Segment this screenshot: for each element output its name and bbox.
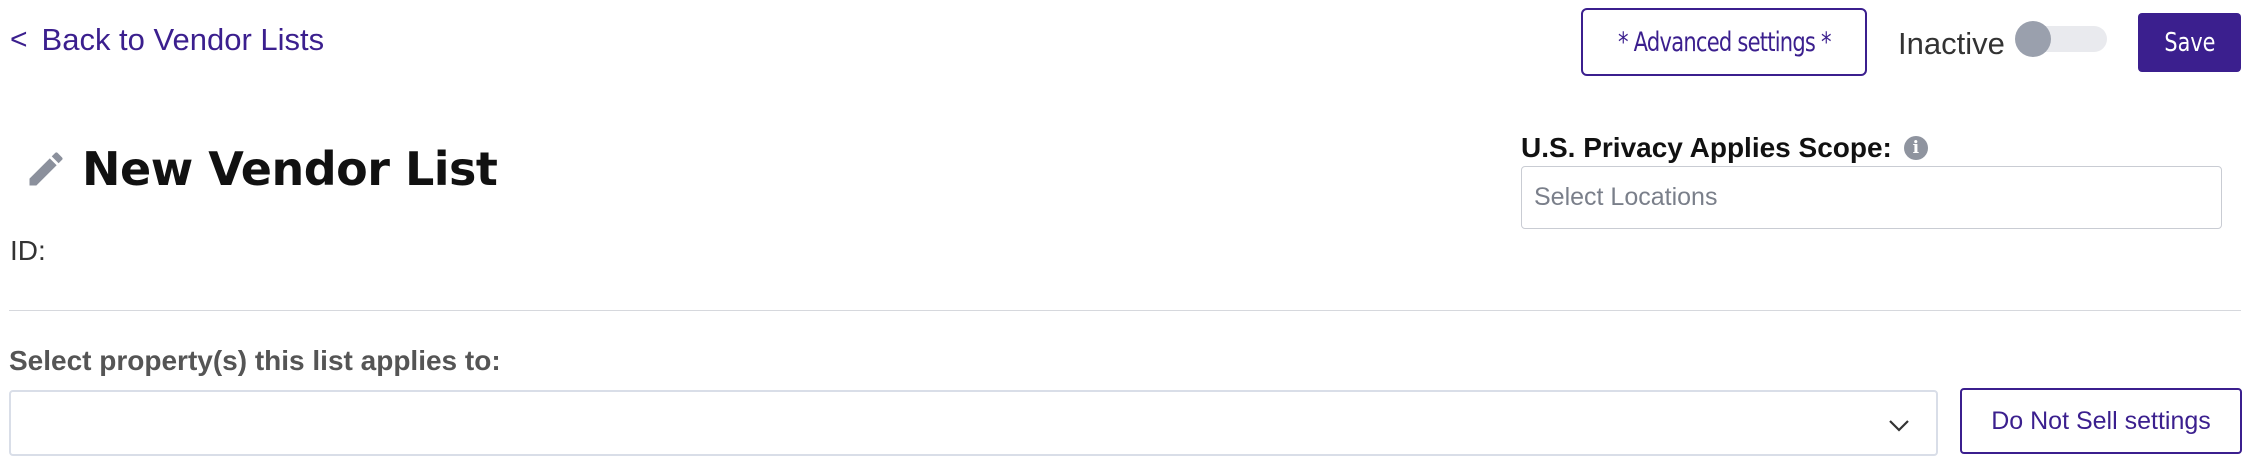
toggle-knob [2015, 21, 2051, 57]
chevron-down-icon [1889, 420, 1909, 432]
page-title: New Vendor List [82, 142, 498, 196]
back-link-label: Back to Vendor Lists [41, 22, 325, 57]
pencil-icon[interactable] [24, 147, 68, 191]
privacy-scope-label-group: U.S. Privacy Applies Scope: i [1521, 132, 1928, 164]
info-icon[interactable]: i [1903, 136, 1928, 160]
section-divider [9, 310, 2241, 311]
properties-label: Select property(s) this list applies to: [9, 345, 501, 376]
advanced-settings-label: * Advanced settings * [1617, 26, 1832, 58]
advanced-settings-button[interactable]: * Advanced settings * [1581, 8, 1867, 76]
property-select[interactable] [9, 390, 1938, 456]
back-to-vendor-lists-link[interactable]: < Back to Vendor Lists [10, 22, 324, 58]
id-label: ID: [10, 235, 46, 266]
select-locations-input[interactable] [1521, 166, 2222, 229]
chevron-left-icon: < [10, 23, 28, 56]
save-button[interactable]: Save [2138, 13, 2241, 72]
do-not-sell-label: Do Not Sell settings [1991, 406, 2211, 435]
do-not-sell-settings-button[interactable]: Do Not Sell settings [1960, 388, 2242, 454]
active-toggle[interactable] [2015, 21, 2107, 57]
page-title-group: New Vendor List [24, 142, 498, 196]
save-button-label: Save [2163, 27, 2216, 58]
privacy-scope-label: U.S. Privacy Applies Scope: [1521, 132, 1892, 163]
status-label: Inactive [1898, 26, 2005, 61]
